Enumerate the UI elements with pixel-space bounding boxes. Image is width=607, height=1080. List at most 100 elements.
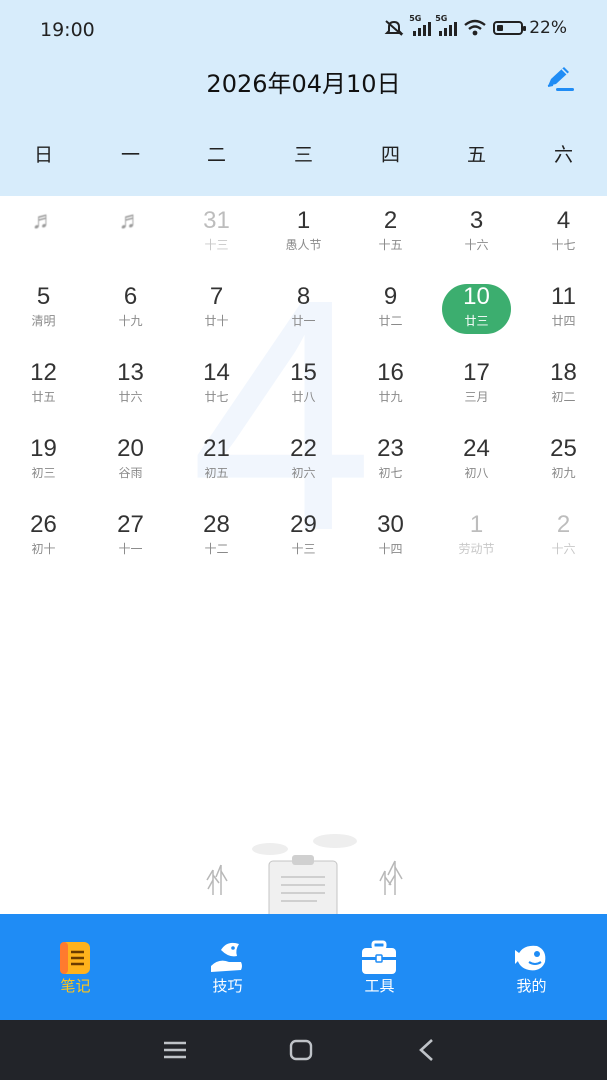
day-lunar: 十六 <box>464 238 489 252</box>
system-nav-bar <box>0 1020 607 1080</box>
weekday-fri: 五 <box>466 144 486 166</box>
day-lunar: 廿六 <box>118 390 143 404</box>
day-number: ♬ <box>118 207 143 234</box>
day-lunar: 十六 <box>551 542 576 556</box>
day-number: 23 <box>377 435 404 462</box>
fish-hand-icon <box>211 942 242 972</box>
day-cell[interactable]: ♬ <box>87 196 174 272</box>
day-lunar: 十七 <box>551 238 576 252</box>
day-number: 31 <box>203 207 230 234</box>
back-icon[interactable] <box>412 1037 442 1063</box>
status-bar: 19:00 5G 5G 22% <box>0 0 607 58</box>
day-cell[interactable]: 4 十七 <box>520 196 607 272</box>
day-cell[interactable]: 30 十四 <box>347 500 434 576</box>
day-cell[interactable]: 22 初六 <box>260 424 347 500</box>
day-cell[interactable]: 26 初十 <box>0 500 87 576</box>
day-cell[interactable]: 1 愚人节 <box>260 196 347 272</box>
day-cell[interactable]: 16 廿九 <box>347 348 434 424</box>
signal-1-icon: 5G <box>409 14 432 36</box>
day-number: 1 <box>469 511 484 538</box>
weekday-wed: 三 <box>293 144 313 166</box>
tab-notes[interactable]: 笔记 <box>0 914 151 1020</box>
day-cell[interactable]: 6 十九 <box>87 272 174 348</box>
wifi-icon <box>464 19 486 36</box>
day-number: ♬ <box>31 207 56 234</box>
fish-profile-icon <box>515 945 546 971</box>
day-cell[interactable]: 17 三月 <box>433 348 520 424</box>
day-cell[interactable]: 18 初二 <box>520 348 607 424</box>
day-lunar: 廿一 <box>291 314 316 328</box>
signal-2-label: 5G <box>435 14 448 23</box>
day-lunar: 十三 <box>291 542 316 556</box>
day-number: 14 <box>203 359 230 386</box>
signal-1-label: 5G <box>409 14 422 23</box>
tab-tools[interactable]: 工具 <box>304 914 455 1020</box>
menu-icon[interactable] <box>160 1037 190 1063</box>
day-lunar: 廿四 <box>551 314 576 328</box>
day-cell[interactable]: 13 廿六 <box>87 348 174 424</box>
day-cell[interactable]: 19 初三 <box>0 424 87 500</box>
day-lunar: 劳动节 <box>458 542 495 556</box>
tab-tips-label: 技巧 <box>212 977 243 995</box>
day-cell[interactable]: 28 十二 <box>173 500 260 576</box>
day-number: 12 <box>30 359 57 386</box>
tab-tips[interactable]: 技巧 <box>152 914 303 1020</box>
day-number: 4 <box>556 207 571 234</box>
day-cell[interactable]: 27 十一 <box>87 500 174 576</box>
day-cell[interactable]: 3 十六 <box>433 196 520 272</box>
day-number: 6 <box>123 283 138 310</box>
day-cell[interactable]: 21 初五 <box>173 424 260 500</box>
day-cell[interactable]: 14 廿七 <box>173 348 260 424</box>
day-number: 21 <box>203 435 230 462</box>
toolbox-icon <box>362 940 396 974</box>
day-cell[interactable]: 2 十六 <box>520 500 607 576</box>
page-title[interactable]: 2026年04月10日 <box>0 64 607 99</box>
edit-pen-icon[interactable] <box>542 64 578 94</box>
day-number: 2 <box>383 207 398 234</box>
day-lunar: 廿五 <box>31 390 56 404</box>
day-cell[interactable]: 1 劳动节 <box>433 500 520 576</box>
day-cell[interactable]: ♬ <box>0 196 87 272</box>
day-number: 20 <box>117 435 144 462</box>
day-cell[interactable]: 31 十三 <box>173 196 260 272</box>
day-lunar: 十五 <box>378 238 403 252</box>
day-number: 3 <box>469 207 484 234</box>
day-number: 29 <box>290 511 317 538</box>
day-lunar: 廿二 <box>378 314 403 328</box>
day-cell[interactable]: 9 廿二 <box>347 272 434 348</box>
day-cell[interactable]: 5 清明 <box>0 272 87 348</box>
day-cell[interactable]: 20 谷雨 <box>87 424 174 500</box>
day-cell[interactable]: 8 廿一 <box>260 272 347 348</box>
day-number: 30 <box>377 511 404 538</box>
day-lunar: 初二 <box>551 390 576 404</box>
day-cell[interactable]: 29 十三 <box>260 500 347 576</box>
day-cell-selected[interactable]: 10 廿三 <box>433 272 520 348</box>
weekday-mon: 一 <box>120 144 140 166</box>
battery-percent: 22% <box>529 18 567 38</box>
day-cell[interactable]: 7 廿十 <box>173 272 260 348</box>
day-number: 1 <box>296 207 311 234</box>
signal-2-icon: 5G <box>435 14 458 36</box>
notebook-icon <box>60 942 90 974</box>
tab-me[interactable]: 我的 <box>456 914 607 1020</box>
day-cell[interactable]: 25 初九 <box>520 424 607 500</box>
weekday-sat: 六 <box>553 144 573 166</box>
day-lunar: 清明 <box>31 314 56 328</box>
day-cell[interactable]: 15 廿八 <box>260 348 347 424</box>
day-cell[interactable]: 11 廿四 <box>520 272 607 348</box>
day-lunar: 廿七 <box>204 390 229 404</box>
day-number: 25 <box>550 435 577 462</box>
day-lunar: 初五 <box>204 466 229 480</box>
day-lunar: 初三 <box>31 466 56 480</box>
day-cell[interactable]: 24 初八 <box>433 424 520 500</box>
day-lunar: 三月 <box>464 390 489 404</box>
day-cell[interactable]: 12 廿五 <box>0 348 87 424</box>
day-cell[interactable]: 23 初七 <box>347 424 434 500</box>
day-cell[interactable]: 2 十五 <box>347 196 434 272</box>
day-lunar: 初十 <box>31 542 56 556</box>
day-lunar: 初六 <box>291 466 316 480</box>
day-number: 9 <box>383 283 398 310</box>
day-number: 22 <box>290 435 317 462</box>
day-lunar: 初八 <box>464 466 489 480</box>
home-icon[interactable] <box>286 1037 316 1063</box>
